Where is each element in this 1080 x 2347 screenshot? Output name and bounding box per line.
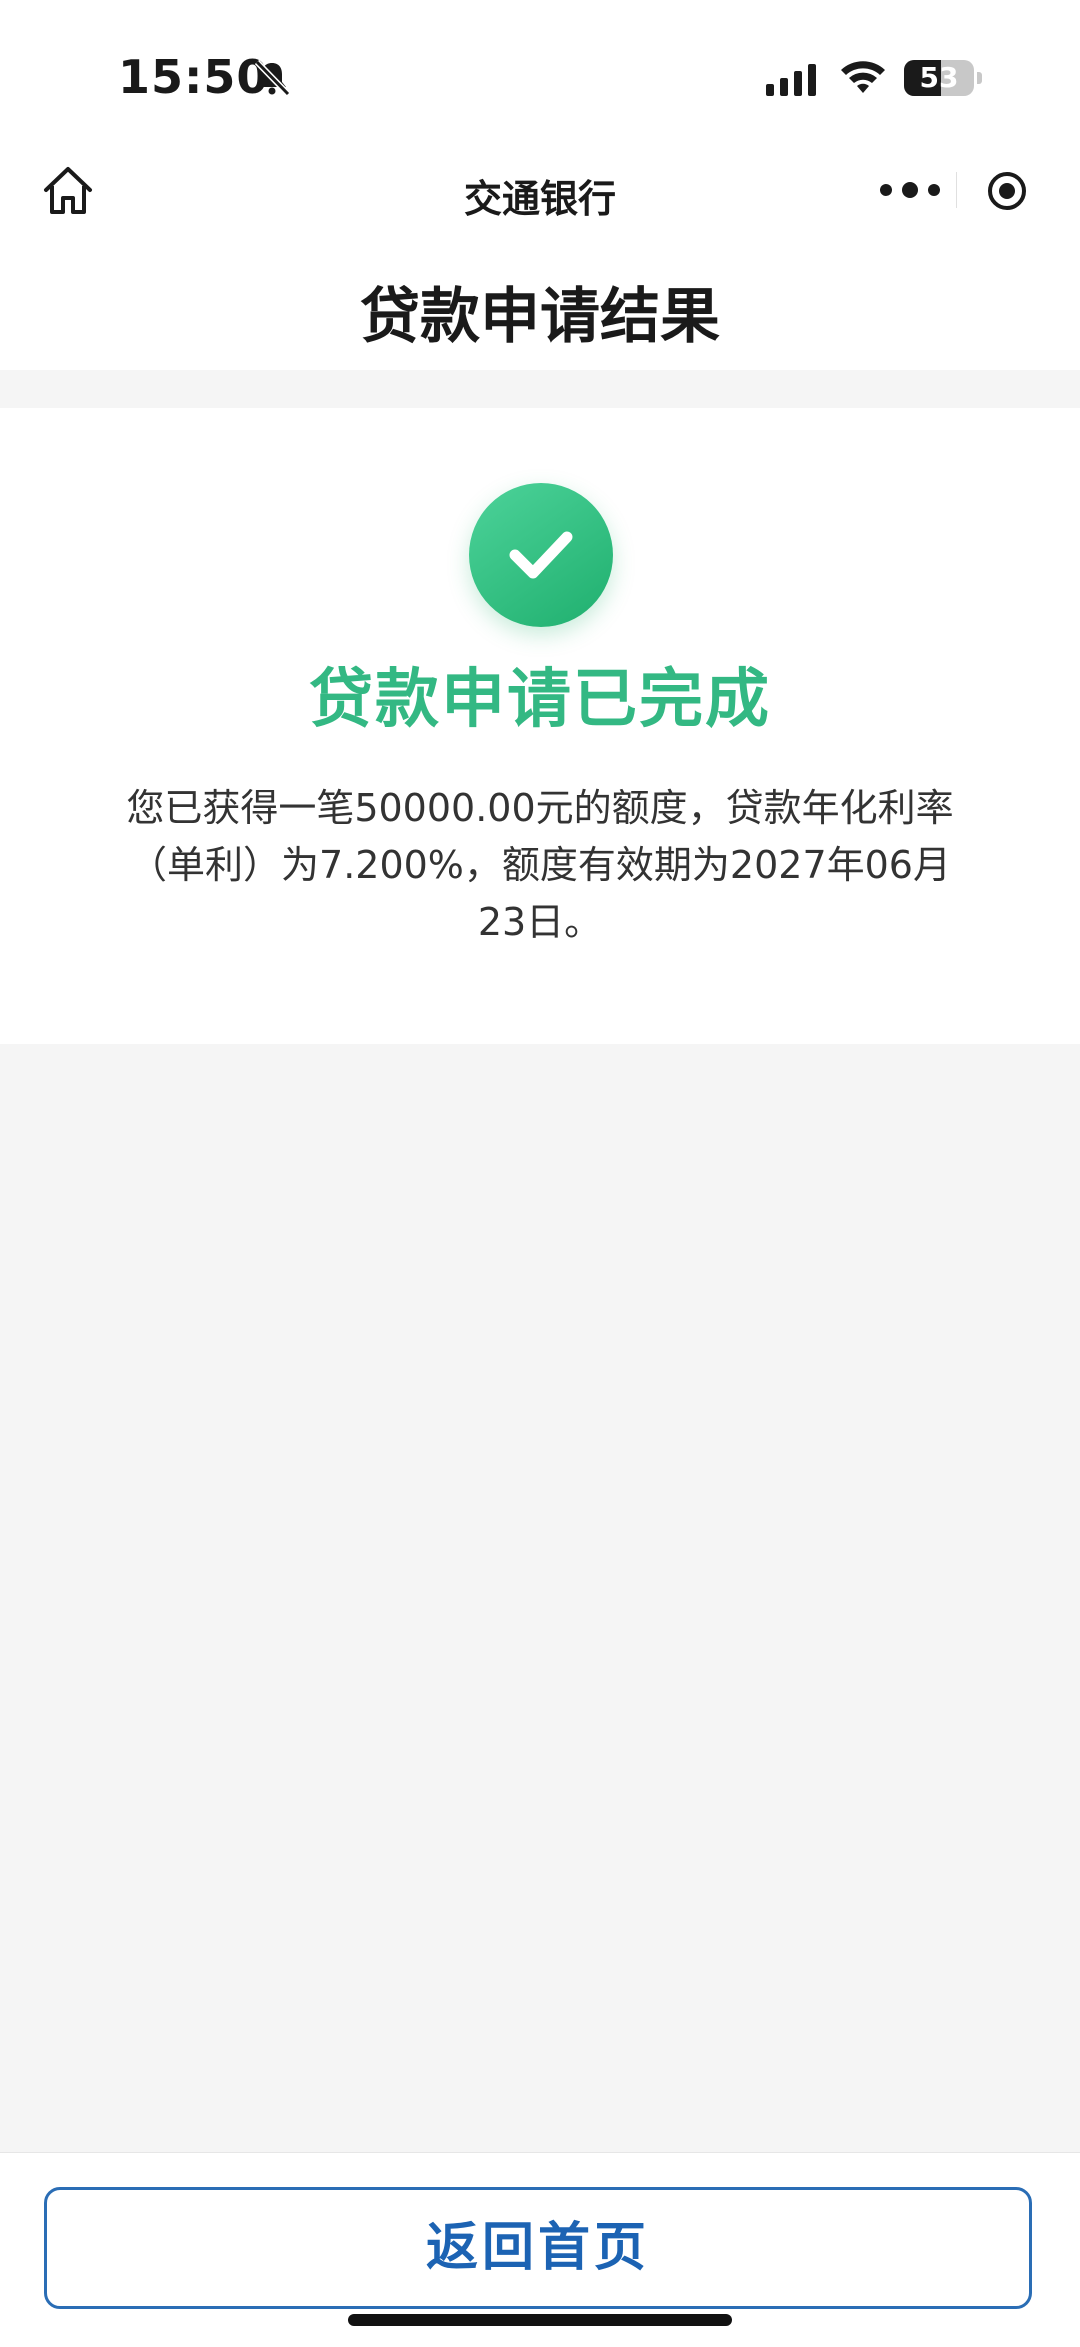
home-icon[interactable]: [38, 160, 98, 220]
bell-muted-icon: [254, 59, 291, 97]
home-indicator: [348, 2314, 732, 2326]
wifi-icon: [841, 61, 885, 93]
battery-level: 53: [919, 61, 959, 94]
result-description: 您已获得一笔50000.00元的额度，贷款年化利率（单利）为7.200%，额度有…: [126, 786, 954, 944]
return-home-button[interactable]: 返回首页: [44, 2187, 1032, 2309]
target-icon[interactable]: [986, 170, 1028, 212]
battery-icon: 53: [904, 60, 984, 98]
mini-program-capsule: [856, 150, 1056, 230]
result-card: 贷款申请已完成 您已获得一笔50000.00元的额度，贷款年化利率（单利）为7.…: [0, 408, 1080, 1044]
nav-title: 交通银行: [463, 177, 616, 221]
success-check-icon: [469, 483, 613, 627]
page-title: 贷款申请结果: [360, 282, 720, 352]
signal-icon: [766, 64, 816, 96]
result-title: 贷款申请已完成: [309, 663, 771, 737]
more-icon[interactable]: [874, 170, 946, 210]
status-time: 15:50: [118, 50, 270, 104]
